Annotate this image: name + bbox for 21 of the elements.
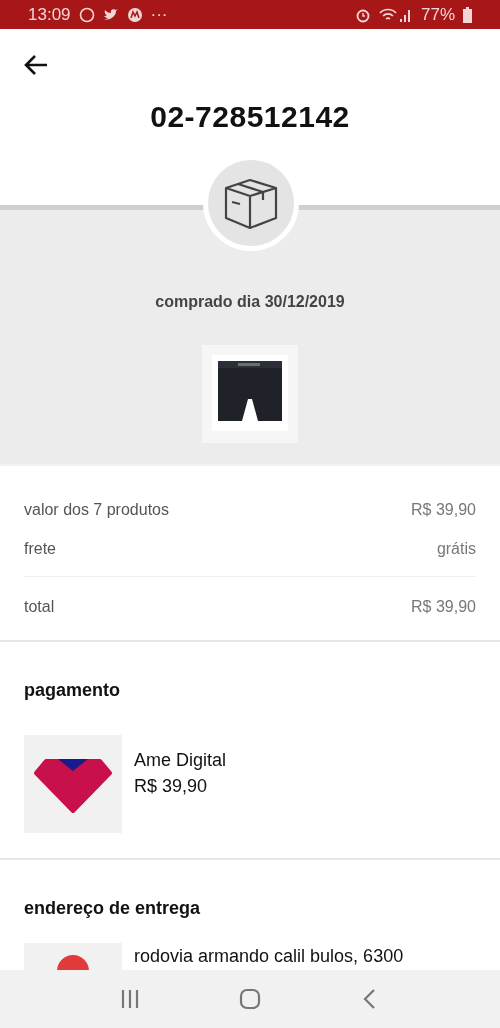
delivery-address: rodovia armando calil bulos, 6300 <box>134 945 404 968</box>
status-time: 13:09 <box>28 4 71 25</box>
section-title: pagamento <box>24 680 121 701</box>
battery-icon <box>463 6 472 23</box>
summary-label: frete <box>24 539 56 558</box>
order-number: 02-728512142 <box>150 100 350 134</box>
summary-value: grátis <box>436 539 476 558</box>
battery-percentage: 77% <box>420 4 455 25</box>
home-button[interactable] <box>237 986 263 1012</box>
more-notifications: ··· <box>150 4 168 25</box>
logo-icon <box>126 6 143 23</box>
home-icon <box>237 986 263 1012</box>
payment-amount: R$ 39,90 <box>134 775 209 798</box>
total-label: total <box>24 597 55 616</box>
payment-method: Ame Digital <box>134 749 227 772</box>
wifi-signal-icon <box>378 6 413 23</box>
summary-value: R$ 39,90 <box>411 500 476 519</box>
total-value: R$ 39,90 <box>411 597 476 616</box>
purchase-date: comprado dia 30/12/2019 <box>155 293 345 311</box>
summary-label: valor dos 7 produtos <box>24 500 169 519</box>
section-title: endereço de entrega <box>24 898 202 919</box>
